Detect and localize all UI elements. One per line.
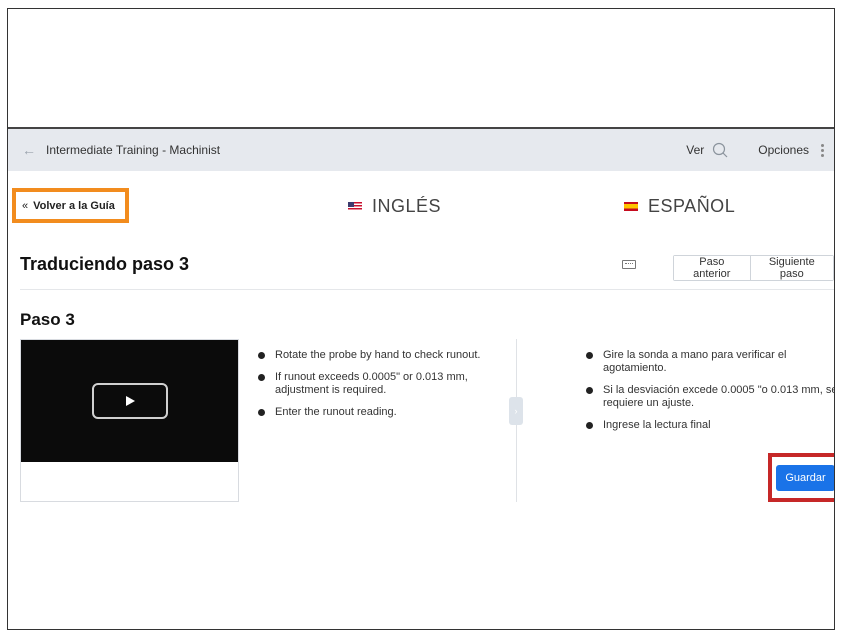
save-highlight: Guardar [768,453,834,502]
source-language: INGLÉS [348,196,441,217]
options-button[interactable]: Opciones [758,143,824,157]
back-to-guide-button[interactable]: « Volver a la Guía [12,188,129,223]
view-label: Ver [686,143,705,157]
step-title: Paso 3 [20,310,75,329]
video-player[interactable] [21,340,238,462]
step-navigation: Paso anterior Siguiente paso [673,255,834,281]
english-bullet: Rotate the probe by hand to check runout… [258,349,508,362]
arrow-right-icon[interactable]: › [509,397,523,425]
page-title: Traduciendo paso 3 [20,254,190,274]
guide-title: Intermediate Training - Machinist [46,143,221,157]
target-language: ESPAÑOL [624,196,735,217]
target-language-label: ESPAÑOL [648,196,736,216]
back-to-guide-link[interactable]: ← Intermediate Training - Machinist [22,142,220,158]
app-frame: ← Intermediate Training - Machinist Ver … [7,8,835,630]
english-bullet: If runout exceeds 0.0005" or 0.013 mm, a… [258,371,508,397]
options-label: Opciones [758,143,809,157]
play-icon [125,396,135,406]
back-to-guide-label: Volver a la Guía [33,199,115,212]
next-step-button[interactable]: Siguiente paso [749,256,833,280]
save-button[interactable]: Guardar [776,464,834,491]
english-step-text: Rotate the probe by hand to check runout… [258,349,508,428]
source-language-label: INGLÉS [372,196,442,216]
spanish-bullet[interactable]: Ingrese la lectura final [586,419,834,432]
view-button[interactable]: Ver [686,142,728,158]
chevron-double-left-icon: « [22,199,29,212]
back-arrow-icon: ← [22,142,36,158]
english-bullet: Enter the runout reading. [258,406,508,419]
step-media-card [20,339,239,502]
top-bar: ← Intermediate Training - Machinist Ver … [8,129,834,171]
us-flag-icon [348,202,362,211]
keyboard-icon[interactable] [622,260,636,269]
spanish-bullet[interactable]: Gire la sonda a mano para verificar el a… [586,349,834,375]
kebab-menu-icon [821,143,824,157]
spanish-bullet[interactable]: Si la desviación excede 0.0005 "o 0.013 … [586,384,834,410]
topbar-actions: Ver Opciones [686,142,824,158]
search-icon [713,142,728,158]
spain-flag-icon [624,202,638,211]
play-button[interactable] [91,383,168,419]
spanish-step-text: Gire la sonda a mano para verificar el a… [586,349,834,441]
previous-step-button[interactable]: Paso anterior [674,256,750,280]
header-divider [20,289,834,290]
